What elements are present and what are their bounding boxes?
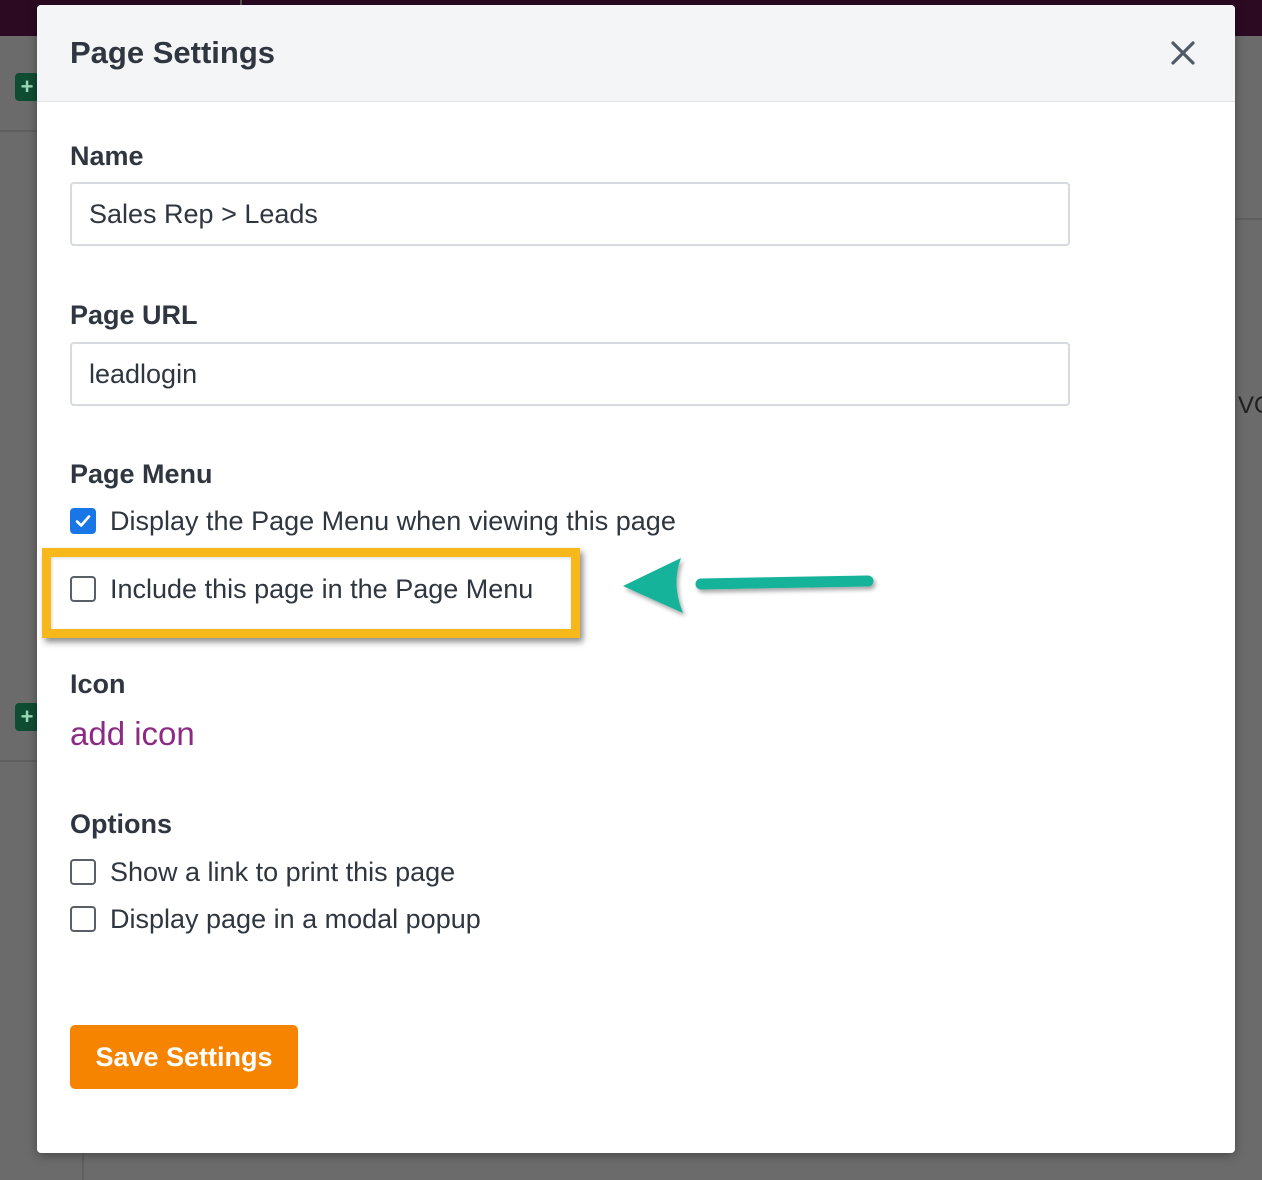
include-in-page-menu-option[interactable]: Include this page in the Page Menu [70,574,533,604]
modal-title: Page Settings [70,35,275,70]
modal-header: Page Settings [37,5,1235,102]
print-link-option[interactable]: Show a link to print this page [70,857,455,887]
name-input[interactable] [70,182,1070,246]
background-add-icon: + [15,703,39,731]
modal-popup-label: Display page in a modal popup [110,903,481,934]
display-page-menu-label: Display the Page Menu when viewing this … [110,505,676,536]
print-link-label: Show a link to print this page [110,856,456,887]
page-url-label: Page URL [70,300,198,330]
modal-popup-option[interactable]: Display page in a modal popup [70,904,481,934]
display-page-menu-option[interactable]: Display the Page Menu when viewing this … [70,506,676,536]
include-in-page-menu-checkbox[interactable] [70,576,96,602]
page-url-input[interactable] [70,342,1070,406]
background-partial-text: VO [1238,392,1262,419]
background-rule [0,130,40,132]
background-rule [0,760,40,762]
page-menu-label: Page Menu [70,459,213,489]
display-page-menu-checkbox[interactable] [70,508,96,534]
print-link-checkbox[interactable] [70,859,96,885]
close-icon [1171,41,1195,65]
background-rule [1235,218,1262,220]
background-add-icon: + [15,73,39,101]
save-settings-button[interactable]: Save Settings [70,1025,298,1089]
close-button[interactable] [1165,35,1201,71]
page-settings-modal: Page Settings Name Page URL Page Menu Di… [37,5,1235,1153]
annotation-arrow-icon [623,558,874,613]
modal-popup-checkbox[interactable] [70,906,96,932]
name-label: Name [70,141,144,171]
icon-label: Icon [70,669,126,699]
checkmark-icon [75,515,91,527]
include-in-page-menu-label: Include this page in the Page Menu [110,573,534,604]
add-icon-link[interactable]: add icon [70,715,195,753]
options-label: Options [70,809,172,839]
